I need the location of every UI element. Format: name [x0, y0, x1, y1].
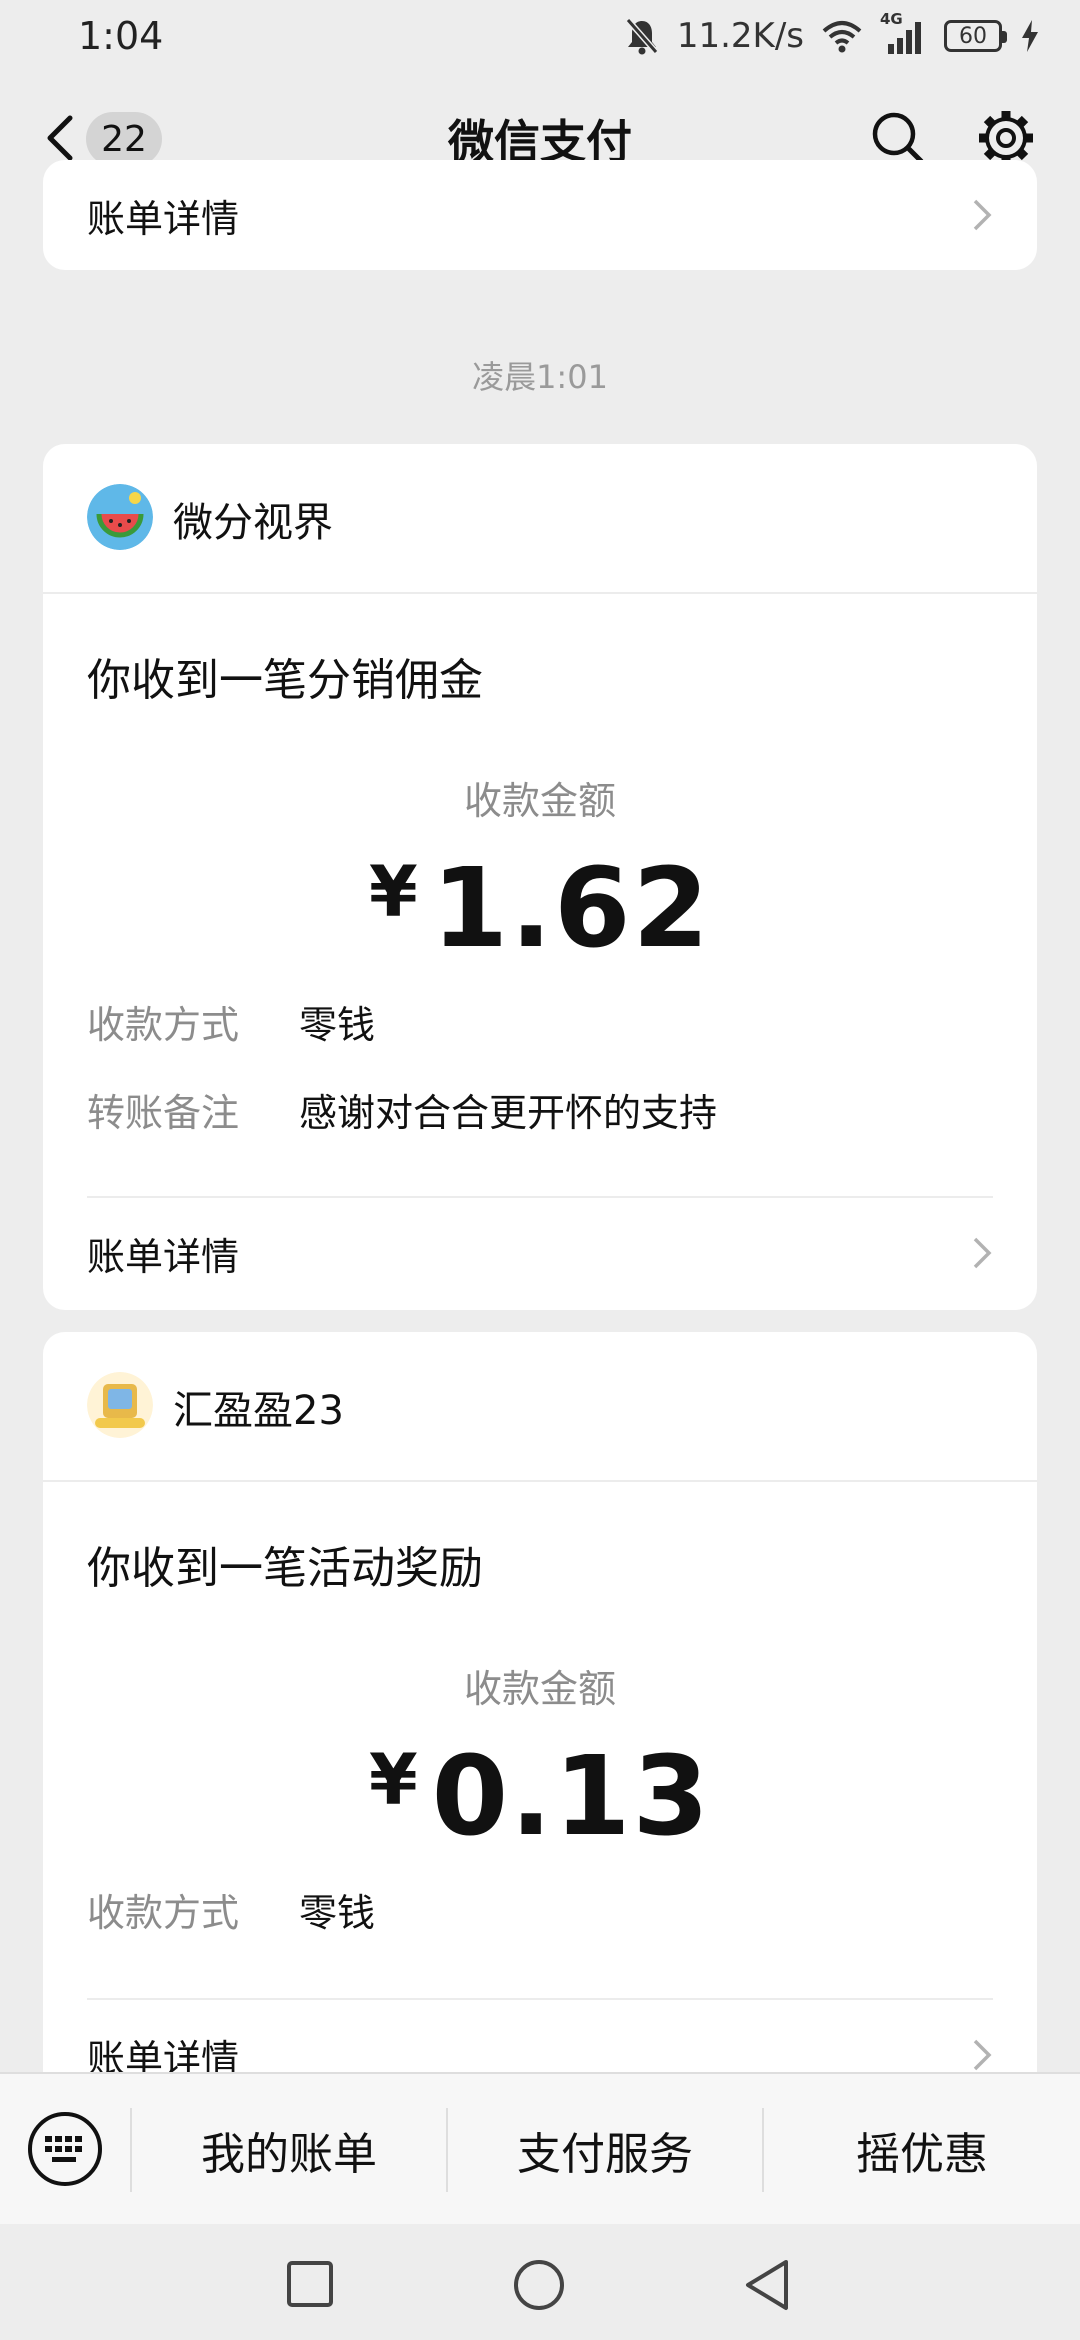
mute-bell-icon [625, 18, 659, 55]
bill-details-row[interactable]: 账单详情 [87, 160, 993, 270]
payment-method-label: 收款方式 [87, 1003, 240, 1047]
keyboard-icon[interactable] [28, 2112, 102, 2186]
home-icon[interactable] [512, 2258, 566, 2312]
chevron-right-icon [973, 199, 992, 231]
wechat-pay-chat: 1:04 11.2K/s 4G 60 22 微信支付 账单详情 凌晨1:01 微… [0, 0, 1080, 2340]
chevron-right-icon [973, 1237, 992, 1269]
bill-details-row[interactable]: 账单详情 [87, 1198, 993, 1308]
system-back-icon[interactable] [742, 2258, 792, 2312]
payment-method-label: 收款方式 [87, 1891, 240, 1935]
amount-number: 1.62 [431, 844, 712, 972]
merchant-avatar [87, 484, 153, 550]
merchant-name: 汇盈盈23 [173, 1388, 344, 1434]
merchant-header[interactable]: 汇盈盈23 [43, 1332, 1037, 1482]
charging-icon [1022, 20, 1038, 52]
amount-value: ¥0.13 [43, 1732, 1037, 1860]
currency-symbol: ¥ [368, 1739, 420, 1821]
wifi-icon [822, 21, 862, 53]
system-nav-bar [0, 2224, 1080, 2340]
payment-card[interactable]: 微分视界 你收到一笔分销佣金 收款金额 ¥1.62 收款方式 零钱 转账备注 感… [43, 444, 1037, 1310]
previous-card: 账单详情 [43, 160, 1037, 270]
menu-payment-services[interactable]: 支付服务 [448, 2074, 762, 2226]
message-timestamp: 凌晨1:01 [472, 358, 608, 396]
bottom-menu: 我的账单 支付服务 摇优惠 [0, 2072, 1080, 2224]
status-bar: 1:04 11.2K/s 4G 60 [0, 0, 1080, 74]
search-icon[interactable] [870, 108, 926, 168]
menu-my-bills[interactable]: 我的账单 [132, 2074, 446, 2226]
status-time: 1:04 [78, 14, 164, 58]
chevron-right-icon [973, 2039, 992, 2071]
payment-method-value: 零钱 [299, 1003, 376, 1047]
transfer-note-label: 转账备注 [87, 1091, 240, 1135]
payment-method-value: 零钱 [299, 1891, 376, 1935]
signal-icon: 4G [880, 10, 926, 56]
amount-value: ¥1.62 [43, 844, 1037, 972]
merchant-header[interactable]: 微分视界 [43, 444, 1037, 594]
status-icons: 11.2K/s 4G 60 [625, 10, 1040, 58]
battery-icon: 60 [944, 20, 1007, 52]
recent-apps-icon[interactable] [286, 2260, 334, 2308]
transfer-note-value: 感谢对合合更开怀的支持 [299, 1091, 718, 1135]
payment-method-row: 收款方式 零钱 [87, 994, 375, 1049]
amount-number: 0.13 [431, 1732, 712, 1860]
bill-details-label: 账单详情 [87, 1234, 240, 1279]
transfer-note-row: 转账备注 感谢对合合更开怀的支持 [87, 1082, 717, 1137]
amount-label: 收款金额 [463, 779, 616, 823]
card-title: 你收到一笔分销佣金 [87, 655, 483, 706]
card-title: 你收到一笔活动奖励 [87, 1543, 483, 1594]
payment-method-row: 收款方式 零钱 [87, 1882, 375, 1937]
merchant-avatar [87, 1372, 153, 1438]
gear-icon[interactable] [976, 108, 1036, 168]
menu-shake-deals[interactable]: 摇优惠 [764, 2074, 1080, 2226]
net-speed: 11.2K/s [676, 16, 804, 56]
amount-label: 收款金额 [463, 1667, 616, 1711]
currency-symbol: ¥ [368, 851, 420, 933]
merchant-name: 微分视界 [173, 500, 333, 546]
battery-level: 60 [959, 23, 987, 49]
bill-details-label: 账单详情 [87, 196, 240, 241]
